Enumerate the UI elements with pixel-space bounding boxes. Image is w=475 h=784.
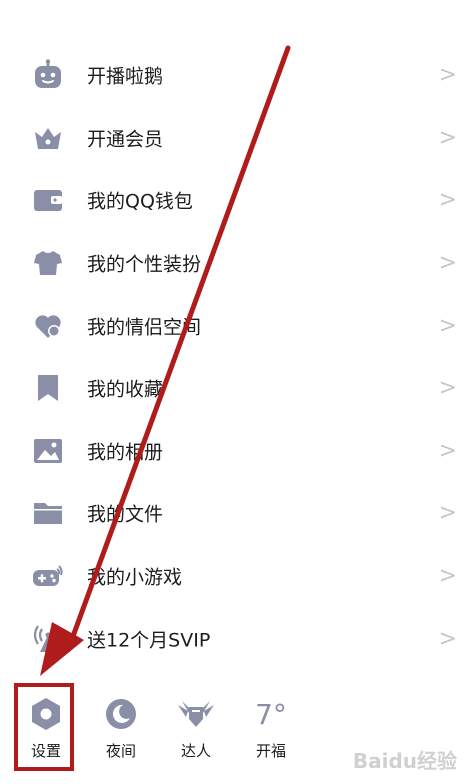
signal-tower-icon <box>31 622 65 656</box>
winged-badge-icon <box>176 694 216 734</box>
bookmark-icon <box>31 371 65 405</box>
night-mode-label: 夜间 <box>105 742 136 760</box>
wallet-icon <box>31 183 65 217</box>
menu-item-svip[interactable]: 送12个月SVIP > <box>0 607 475 670</box>
watermark: Baidu经验 <box>352 749 457 773</box>
menu-item-wallet[interactable]: 我的QQ钱包 > <box>0 169 475 232</box>
gamepad-icon <box>31 559 65 593</box>
moon-icon <box>101 694 141 734</box>
menu-item-label: 我的收藏 <box>87 378 164 401</box>
menu-item-games[interactable]: 我的小游戏 > <box>0 545 475 608</box>
robot-icon <box>31 58 65 92</box>
heart-icon <box>31 309 65 343</box>
menu-item-label: 送12个月SVIP <box>87 629 211 652</box>
expert-label: 达人 <box>180 742 211 760</box>
menu-item-vip[interactable]: 开通会员 > <box>0 107 475 170</box>
menu-item-favorites[interactable]: 我的收藏 > <box>0 357 475 420</box>
menu-item-couple[interactable]: 我的情侣空间 > <box>0 294 475 357</box>
menu-item-label: 我的情侣空间 <box>87 316 202 339</box>
weather-button[interactable]: 7° 开福 <box>236 680 306 770</box>
chevron-right-icon: > <box>438 313 457 339</box>
folder-icon <box>31 496 65 530</box>
chevron-right-icon: > <box>438 375 457 401</box>
menu-item-label: 开播啦鹅 <box>87 65 164 88</box>
night-mode-button[interactable]: 夜间 <box>86 680 156 770</box>
weather-temperature: 7° <box>251 694 291 734</box>
chevron-right-icon: > <box>438 250 457 276</box>
menu-item-album[interactable]: 我的相册 > <box>0 420 475 483</box>
menu-item-label: 我的QQ钱包 <box>87 190 193 213</box>
menu-item-files[interactable]: 我的文件 > <box>0 482 475 545</box>
temperature-value: 7° <box>255 697 287 731</box>
chevron-right-icon: > <box>438 563 457 589</box>
chevron-right-icon: > <box>438 500 457 526</box>
chevron-right-icon: > <box>438 438 457 464</box>
menu-item-theme[interactable]: 我的个性装扮 > <box>0 232 475 295</box>
chevron-right-icon: > <box>438 626 457 652</box>
menu-item-label: 开通会员 <box>87 128 164 151</box>
menu-item-label: 我的小游戏 <box>87 566 183 589</box>
chevron-right-icon: > <box>438 125 457 151</box>
expert-button[interactable]: 达人 <box>161 680 231 770</box>
annotation-highlight-box <box>14 683 74 771</box>
menu-item-label: 我的个性装扮 <box>87 253 202 276</box>
chevron-right-icon: > <box>438 187 457 213</box>
crown-icon <box>31 121 65 155</box>
drawer-menu: 开播啦鹅 > 开通会员 > 我的QQ钱包 > 我的个性装扮 > 我的情侣空间 >… <box>0 44 475 670</box>
menu-item-label: 我的相册 <box>87 441 164 464</box>
tshirt-icon <box>31 246 65 280</box>
menu-item-live[interactable]: 开播啦鹅 > <box>0 44 475 107</box>
image-icon <box>31 434 65 468</box>
menu-item-label: 我的文件 <box>87 503 164 526</box>
chevron-right-icon: > <box>438 62 457 88</box>
weather-label: 开福 <box>255 742 286 760</box>
